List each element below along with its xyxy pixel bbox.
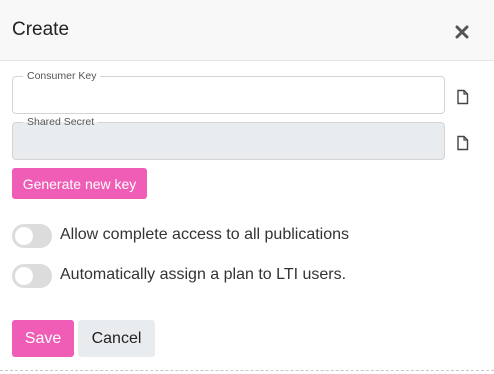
create-dialog: Create Consumer Key Shared Secret Genera…	[0, 0, 494, 374]
save-button[interactable]: Save	[12, 320, 74, 357]
consumer-key-field: Consumer Key	[12, 70, 445, 114]
dialog-header: Create	[0, 0, 494, 61]
generate-new-key-button[interactable]: Generate new key	[12, 168, 147, 199]
dialog-title: Create	[12, 19, 70, 40]
auto-assign-plan-label: Automatically assign a plan to LTI users…	[60, 266, 347, 283]
shared-secret-input[interactable]	[13, 123, 444, 159]
toggle-knob	[15, 267, 33, 285]
copy-icon[interactable]	[456, 89, 469, 105]
cancel-button[interactable]: Cancel	[78, 320, 155, 357]
consumer-key-input[interactable]	[13, 77, 444, 113]
dialog-bottom-edge	[0, 370, 494, 374]
toggle-knob	[15, 227, 33, 245]
full-access-toggle[interactable]	[12, 224, 52, 248]
copy-icon[interactable]	[456, 135, 469, 151]
auto-assign-plan-toggle[interactable]	[12, 264, 52, 288]
close-icon[interactable]	[452, 22, 472, 42]
shared-secret-field: Shared Secret	[12, 116, 445, 160]
toggle-row-auto-assign-plan: Automatically assign a plan to LTI users…	[12, 264, 482, 288]
toggle-row-full-access: Allow complete access to all publication…	[12, 224, 482, 248]
full-access-label: Allow complete access to all publication…	[60, 226, 350, 243]
